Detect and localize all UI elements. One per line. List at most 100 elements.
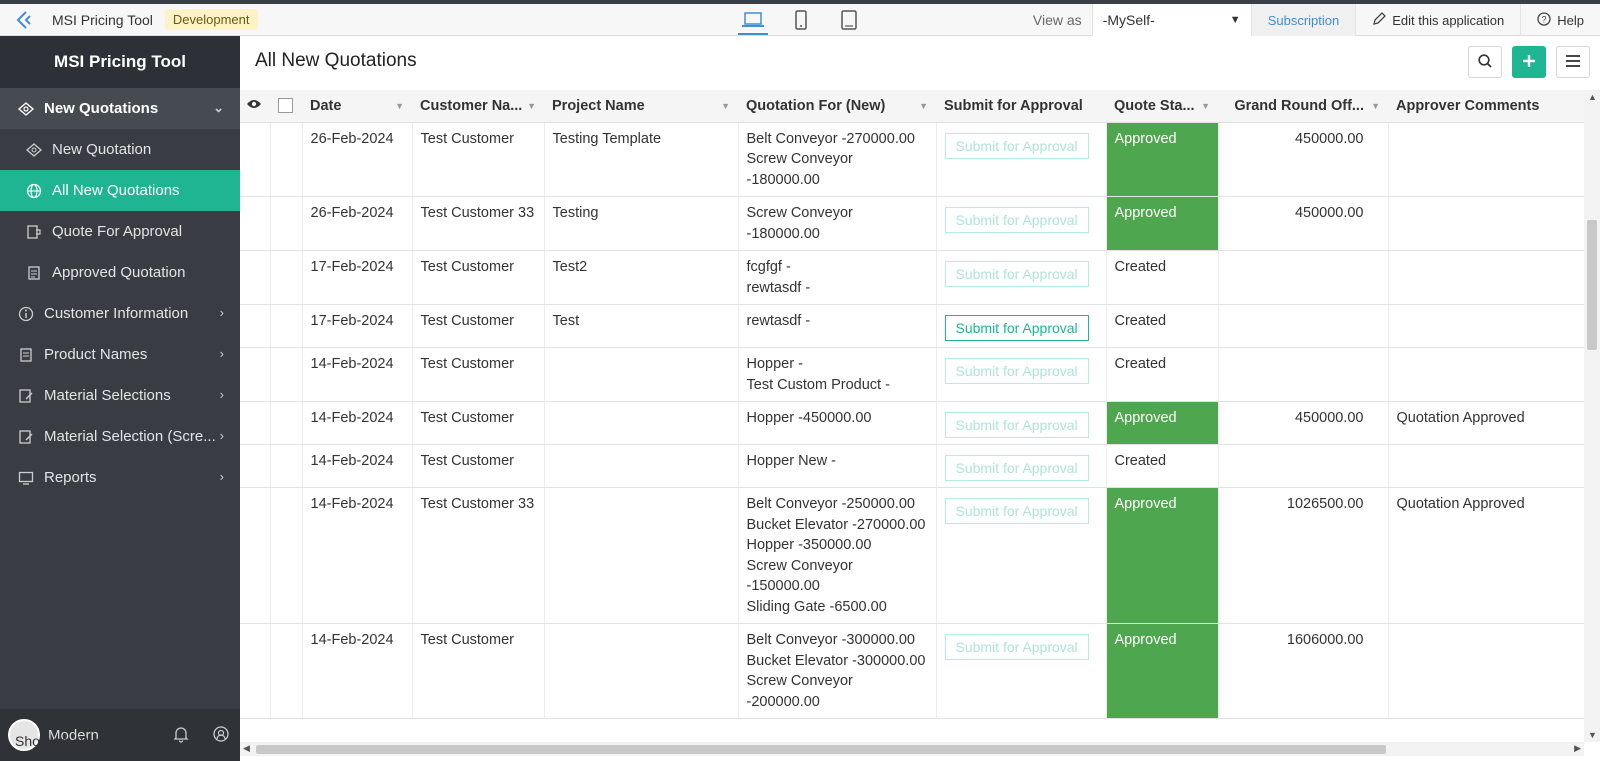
column-header-label: Quotation For (New)	[746, 97, 886, 114]
table-row[interactable]: 14-Feb-2024 Test Customer Belt Conveyor -3…	[240, 623, 1584, 719]
row-select-cell[interactable]	[270, 196, 303, 251]
approver-comments-cell	[1388, 623, 1584, 719]
sort-icon[interactable]: ▼	[1201, 101, 1210, 111]
status-cell: Approved	[1106, 401, 1219, 445]
scroll-up-icon[interactable]: ▲	[1588, 92, 1597, 102]
column-header-approver-comments[interactable]: Approver Comments	[1388, 90, 1584, 123]
monitor-icon	[16, 470, 36, 486]
sort-icon[interactable]: ▼	[527, 101, 536, 111]
tablet-icon[interactable]	[836, 5, 862, 35]
column-header-quote-status[interactable]: Quote Sta... ▼	[1106, 90, 1218, 123]
sort-icon[interactable]: ▼	[395, 101, 404, 111]
submit-for-approval-button[interactable]: Submit for Approval	[944, 498, 1089, 524]
table-row[interactable]: 14-Feb-2024 Test Customer Hopper - Test Cus…	[240, 347, 1584, 402]
horizontal-scrollbar[interactable]: ◀ ▶	[240, 742, 1584, 756]
search-button[interactable]	[1468, 46, 1502, 78]
menu-button[interactable]	[1556, 46, 1590, 78]
submit-cell: Submit for Approval	[936, 401, 1107, 445]
submit-for-approval-button[interactable]: Submit for Approval	[944, 634, 1089, 660]
sidebar-section-reports[interactable]: Reports ›	[0, 457, 240, 498]
sidebar-section-material-selection-screw[interactable]: Material Selection (Scre... ›	[0, 416, 240, 457]
table-row[interactable]: 26-Feb-2024 Test Customer 33 Testing Screw …	[240, 196, 1584, 251]
project-cell	[544, 487, 739, 624]
sidebar-section-new-quotations[interactable]: New Quotations ⌄	[0, 88, 240, 129]
row-select-cell[interactable]	[270, 304, 303, 348]
visibility-column-header[interactable]	[240, 90, 270, 123]
quotation-line: -180000.00	[746, 171, 820, 188]
submit-for-approval-button[interactable]: Submit for Approval	[944, 412, 1089, 438]
sort-icon[interactable]: ▼	[1371, 101, 1380, 111]
view-as-select[interactable]: -MySelf- ▼	[1091, 4, 1252, 36]
project-cell	[544, 444, 739, 488]
row-select-cell[interactable]	[270, 122, 303, 197]
table-row[interactable]: 26-Feb-2024 Test Customer Testing Template…	[240, 122, 1584, 197]
settings-icon[interactable]	[212, 725, 230, 746]
table-row[interactable]: 14-Feb-2024 Test Customer Hopper New - Subm…	[240, 444, 1584, 488]
horizontal-scroll-thumb[interactable]	[256, 745, 1386, 754]
customer-cell: Test Customer 33	[412, 487, 545, 624]
column-header-submit-for-approval[interactable]: Submit for Approval	[936, 90, 1106, 123]
row-select-cell[interactable]	[270, 347, 303, 402]
submit-for-approval-button[interactable]: Submit for Approval	[944, 358, 1089, 384]
sort-icon[interactable]: ▼	[919, 101, 928, 111]
row-select-cell[interactable]	[270, 623, 303, 719]
sidebar-item-approved-quotation[interactable]: Approved Quotation	[0, 252, 240, 293]
row-select-cell[interactable]	[270, 487, 303, 624]
column-header-label: Grand Round Off...	[1234, 97, 1364, 114]
scroll-down-icon[interactable]: ▼	[1588, 730, 1597, 740]
row-select-cell[interactable]	[270, 250, 303, 305]
vertical-scroll-thumb[interactable]	[1587, 220, 1597, 350]
select-all-checkbox-header[interactable]	[270, 90, 302, 123]
quotation-line: Sliding Gate -6500.00	[746, 598, 887, 615]
submit-for-approval-button[interactable]: Submit for Approval	[944, 132, 1089, 159]
back-icon[interactable]	[8, 4, 44, 36]
row-select-cell[interactable]	[270, 444, 303, 488]
quotation-line: Test Custom Product -	[746, 376, 890, 393]
quotation-line: Hopper New -	[746, 453, 836, 469]
column-header-customer-name[interactable]: Customer Na... ▼	[412, 90, 544, 123]
submit-for-approval-button[interactable]: Submit for Approval	[944, 315, 1089, 341]
table-row[interactable]: 17-Feb-2024 Test Customer Test rewtasdf - Su…	[240, 304, 1584, 348]
submit-for-approval-button[interactable]: Submit for Approval	[944, 207, 1089, 233]
table-row[interactable]: 14-Feb-2024 Test Customer Hopper -450000.0…	[240, 401, 1584, 445]
grand-total-cell: 450000.00	[1218, 196, 1389, 251]
sidebar-item-quote-for-approval[interactable]: Quote For Approval	[0, 211, 240, 252]
table-row[interactable]: 17-Feb-2024 Test Customer Test2 fcgfgf - rew…	[240, 250, 1584, 305]
sidebar-item-new-quotation[interactable]: New Quotation	[0, 129, 240, 170]
select-all-checkbox[interactable]	[278, 98, 293, 114]
row-visibility-cell	[240, 122, 271, 197]
quotation-line: rewtasdf -	[746, 313, 811, 329]
row-select-cell[interactable]	[270, 401, 303, 445]
approver-comments-cell	[1388, 444, 1584, 488]
sort-icon[interactable]: ▼	[721, 101, 730, 111]
sidebar-section-product-names[interactable]: Product Names ›	[0, 334, 240, 375]
mobile-icon[interactable]	[788, 5, 814, 35]
subscription-link[interactable]: Subscription	[1251, 4, 1357, 36]
status-cell: Approved	[1106, 122, 1219, 197]
add-button[interactable]	[1512, 46, 1546, 78]
laptop-icon[interactable]	[738, 5, 768, 35]
caret-down-icon: ▼	[1229, 14, 1241, 26]
sidebar-item-all-new-quotations[interactable]: All New Quotations	[0, 170, 240, 211]
quotation-line: Hopper -350000.00	[746, 537, 872, 553]
view-as-label: View as	[1032, 12, 1082, 28]
vertical-scrollbar[interactable]: ▲ ▼	[1584, 90, 1600, 742]
column-header-project-name[interactable]: Project Name ▼	[544, 90, 738, 123]
column-header-grand-round-off[interactable]: Grand Round Off... ▼	[1218, 90, 1388, 123]
column-header-date[interactable]: Date ▼	[302, 90, 412, 123]
submit-for-approval-button[interactable]: Submit for Approval	[944, 455, 1089, 481]
column-header-quotation-for[interactable]: Quotation For (New) ▼	[738, 90, 936, 123]
edit-application-link[interactable]: Edit this application	[1356, 4, 1522, 36]
help-link[interactable]: ? Help	[1521, 4, 1600, 36]
sidebar-section-material-selections[interactable]: Material Selections ›	[0, 375, 240, 416]
row-visibility-cell	[240, 401, 271, 445]
quotation-cell: Hopper -450000.00	[738, 401, 937, 445]
scroll-left-icon[interactable]: ◀	[243, 743, 250, 754]
submit-for-approval-button[interactable]: Submit for Approval	[944, 261, 1089, 287]
sidebar-section-customer-information[interactable]: Customer Information ›	[0, 293, 240, 334]
scroll-right-icon[interactable]: ▶	[1574, 743, 1581, 754]
bell-icon[interactable]	[172, 725, 190, 746]
table-row[interactable]: 14-Feb-2024 Test Customer 33 Belt Conveyor…	[240, 487, 1584, 624]
info-icon	[16, 306, 36, 322]
quotation-cell: fcgfgf - rewtasdf -	[738, 250, 937, 305]
